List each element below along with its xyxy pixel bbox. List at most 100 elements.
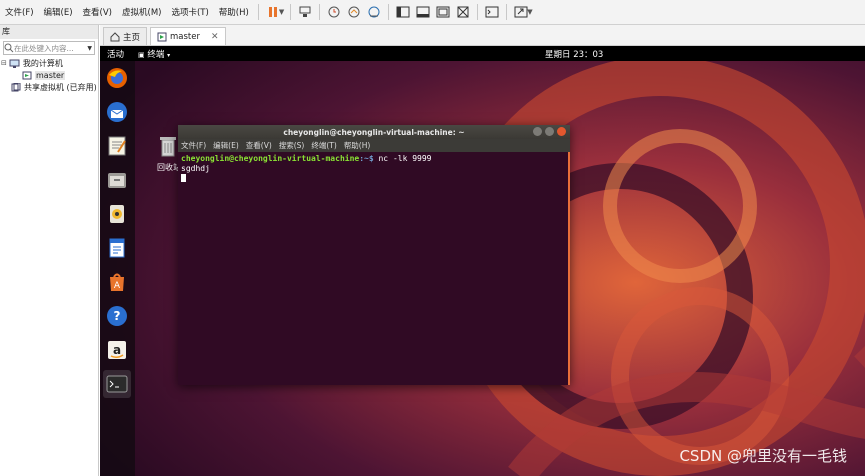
close-button[interactable]: [557, 127, 566, 136]
unity-mode-button[interactable]: [453, 3, 473, 21]
terminal-command-line: cheyonglin@cheyonglin-virtual-machine:~$…: [181, 154, 565, 164]
terminal-cursor-line: [181, 174, 565, 185]
revert-icon: [348, 6, 360, 18]
terminal-menubar: 文件(F) 编辑(E) 查看(V) 搜索(S) 终端(T) 帮助(H): [178, 139, 570, 152]
chevron-down-icon: ▾: [167, 51, 171, 59]
tree-my-computer[interactable]: ⊟ 我的计算机: [0, 57, 98, 69]
dock-thunderbird[interactable]: [105, 100, 129, 124]
home-icon: [110, 31, 120, 41]
terminal-output[interactable]: cheyonglin@cheyonglin-virtual-machine:~$…: [178, 152, 570, 385]
terminal-icon: [485, 6, 499, 18]
terminal-menu-terminal[interactable]: 终端(T): [311, 140, 336, 151]
vm-tabbar: 主页 master ✕: [100, 25, 865, 46]
amazon-icon: a: [108, 341, 126, 359]
fullscreen-dropdown-arrow[interactable]: ▼: [527, 8, 532, 16]
menu-vm[interactable]: 虚拟机(M): [117, 6, 166, 18]
tree-root-label: 我的计算机: [22, 58, 63, 68]
revert-snapshot-button[interactable]: [344, 3, 364, 21]
toolbar-separator: [388, 4, 390, 20]
snapshot-manager-button[interactable]: [364, 3, 384, 21]
svg-text:A: A: [114, 281, 121, 291]
terminal-icon: [106, 375, 128, 393]
toolbar-separator: [506, 4, 508, 20]
terminal-output-line: sgdhdj: [181, 164, 210, 173]
search-icon: [4, 43, 14, 53]
menu-view[interactable]: 查看(V): [78, 6, 117, 18]
activities-button[interactable]: 活动: [107, 48, 124, 60]
trash-icon: [160, 137, 176, 157]
rhythmbox-icon: [110, 205, 124, 223]
terminal-menu-edit[interactable]: 编辑(E): [213, 140, 239, 151]
host-menubar: 文件(F) 编辑(E) 查看(V) 虚拟机(M) 选项卡(T) 帮助(H) ▼ …: [0, 0, 865, 25]
terminal-titlebar[interactable]: cheyonglin@cheyonglin-virtual-machine: ~: [178, 125, 570, 139]
dock-files[interactable]: [105, 168, 129, 192]
terminal-menu-search[interactable]: 搜索(S): [279, 140, 305, 151]
menu-help[interactable]: 帮助(H): [214, 6, 254, 18]
libreoffice-writer-icon: [109, 238, 125, 258]
vm-running-icon: [157, 32, 167, 41]
dock-terminal[interactable]: [103, 370, 131, 398]
toolbar-separator: [319, 4, 321, 20]
snapshot-manager-icon: [368, 6, 380, 18]
terminal-menu-help[interactable]: 帮助(H): [344, 140, 371, 151]
unity-icon: [457, 6, 469, 18]
terminal-menu-file[interactable]: 文件(F): [181, 140, 206, 151]
dock-text-editor[interactable]: [105, 134, 129, 158]
terminal-title: cheyonglin@cheyonglin-virtual-machine: ~: [283, 127, 465, 137]
collapse-icon[interactable]: ⊟: [1, 59, 7, 67]
thumbnail-bar-button[interactable]: [413, 3, 433, 21]
menu-file[interactable]: 文件(F): [0, 6, 39, 18]
shared-vm-icon: [11, 82, 21, 91]
keyboard-icon: [299, 6, 311, 17]
menu-edit[interactable]: 编辑(E): [39, 6, 78, 18]
send-ctrl-alt-del-button[interactable]: [295, 3, 315, 21]
show-library-button[interactable]: [393, 3, 413, 21]
tree-vm-master[interactable]: master: [0, 69, 98, 81]
console-view-button[interactable]: [433, 3, 453, 21]
tab-master[interactable]: master ✕: [150, 27, 226, 45]
close-tab-icon[interactable]: ✕: [211, 32, 219, 42]
minimize-button[interactable]: [533, 127, 542, 136]
prompt-path: :~$: [359, 154, 374, 163]
toolbar-separator: [257, 4, 259, 20]
svg-text:a: a: [113, 343, 121, 357]
vm-running-icon: [22, 71, 32, 79]
prompt-user: cheyonglin@cheyonglin-virtual-machine: [181, 154, 360, 163]
maximize-button[interactable]: [545, 127, 554, 136]
clock[interactable]: 星期日 23：03: [545, 48, 603, 60]
guest-desktop[interactable]: 活动 ▣ 终端 ▾ 星期日 23：03 A ? a 回收站 cheyonglin…: [100, 46, 865, 476]
thumbnail-layout-icon: [416, 6, 430, 18]
firefox-icon: [107, 68, 127, 88]
dock-software-center[interactable]: A: [105, 270, 129, 294]
terminal-menu-view[interactable]: 查看(V): [246, 140, 272, 151]
library-header: 库: [0, 25, 98, 39]
search-dropdown-icon[interactable]: ▼: [87, 45, 92, 52]
pause-dropdown-arrow[interactable]: ▼: [279, 8, 284, 16]
tree-shared-vms[interactable]: 共享虚拟机 (已弃用): [0, 81, 98, 93]
dock-help[interactable]: ?: [105, 304, 129, 328]
console-layout-icon: [436, 6, 450, 18]
tab-home[interactable]: 主页: [103, 27, 148, 45]
terminal-app-icon: ▣: [138, 50, 145, 59]
app-menu-terminal[interactable]: ▣ 终端 ▾: [138, 48, 170, 60]
svg-text:?: ?: [114, 309, 121, 323]
menu-tabs[interactable]: 选项卡(T): [166, 6, 213, 18]
terminal-window[interactable]: cheyonglin@cheyonglin-virtual-machine: ~…: [178, 125, 570, 385]
toolbar-separator: [477, 4, 479, 20]
snapshot-button[interactable]: [324, 3, 344, 21]
library-search-input[interactable]: 在此处键入内容... ▼: [3, 41, 95, 55]
dock-libreoffice-writer[interactable]: [105, 236, 129, 260]
command-text: nc -lk 9999: [373, 154, 432, 163]
tree-shared-label: 共享虚拟机 (已弃用): [24, 82, 97, 92]
fullscreen-icon: [514, 6, 528, 18]
pause-icon: [268, 7, 277, 17]
dock-amazon[interactable]: a: [105, 338, 129, 362]
terminal-console-button[interactable]: [482, 3, 502, 21]
clock-icon: [328, 6, 340, 18]
tree-vm-label: master: [35, 70, 66, 80]
dock-rhythmbox[interactable]: [105, 202, 129, 226]
app-menu-label: 终端: [147, 49, 165, 60]
help-icon: ?: [107, 306, 127, 326]
library-sidebar: 库 在此处键入内容... ▼ ⊟ 我的计算机 master 共享虚拟机 (已弃用…: [0, 25, 99, 476]
dock-firefox[interactable]: [105, 66, 129, 90]
